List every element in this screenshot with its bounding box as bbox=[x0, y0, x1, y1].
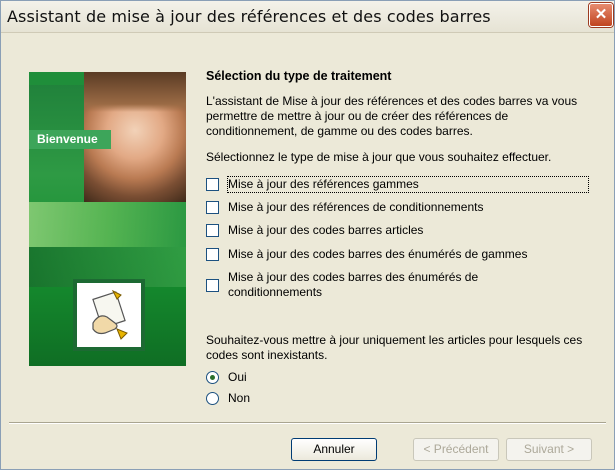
checkbox[interactable] bbox=[206, 248, 219, 261]
wizard-window: Assistant de mise à jour des références … bbox=[0, 0, 615, 470]
close-icon: ✕ bbox=[594, 6, 608, 23]
option-label: Mise à jour des références de conditionn… bbox=[228, 200, 484, 214]
step-heading: Sélection du type de traitement bbox=[206, 69, 392, 83]
welcome-label: Bienvenue bbox=[29, 130, 111, 149]
checkbox[interactable] bbox=[206, 178, 219, 191]
wizard-content: Bienvenue Sélection du type de traitemen… bbox=[1, 33, 614, 469]
next-button[interactable]: Suivant > bbox=[506, 438, 592, 461]
window-title: Assistant de mise à jour des références … bbox=[7, 7, 491, 26]
checkbox[interactable] bbox=[206, 279, 219, 292]
close-button[interactable]: ✕ bbox=[589, 3, 613, 27]
checkbox[interactable] bbox=[206, 201, 219, 214]
checkbox[interactable] bbox=[206, 224, 219, 237]
prompt-text: Sélectionnez le type de mise à jour que … bbox=[206, 150, 552, 164]
radio-label: Oui bbox=[228, 370, 247, 384]
option-label: Mise à jour des codes barres des énuméré… bbox=[228, 247, 528, 261]
hand-document-icon bbox=[92, 289, 128, 340]
option-label: Mise à jour des codes barres articles bbox=[228, 223, 424, 237]
banner-stripe bbox=[29, 202, 186, 247]
previous-button[interactable]: < Précédent bbox=[413, 438, 499, 461]
option-label: Mise à jour des références gammes bbox=[227, 176, 589, 193]
radio-button[interactable] bbox=[206, 371, 219, 384]
question-text: Souhaitez-vous mettre à jour uniquement … bbox=[206, 333, 583, 362]
title-bar[interactable]: Assistant de mise à jour des références … bbox=[1, 1, 614, 33]
wizard-icon-frame bbox=[73, 279, 145, 351]
radio-label: Non bbox=[228, 391, 251, 405]
portrait-hair bbox=[84, 72, 186, 112]
intro-text: L'assistant de Mise à jour des référence… bbox=[206, 94, 578, 138]
button-separator bbox=[9, 422, 606, 424]
radio-button[interactable] bbox=[206, 392, 219, 405]
option-label: Mise à jour des codes barres des énuméré… bbox=[228, 270, 479, 299]
cancel-button[interactable]: Annuler bbox=[291, 438, 377, 461]
sidebar-banner: Bienvenue bbox=[29, 72, 186, 366]
